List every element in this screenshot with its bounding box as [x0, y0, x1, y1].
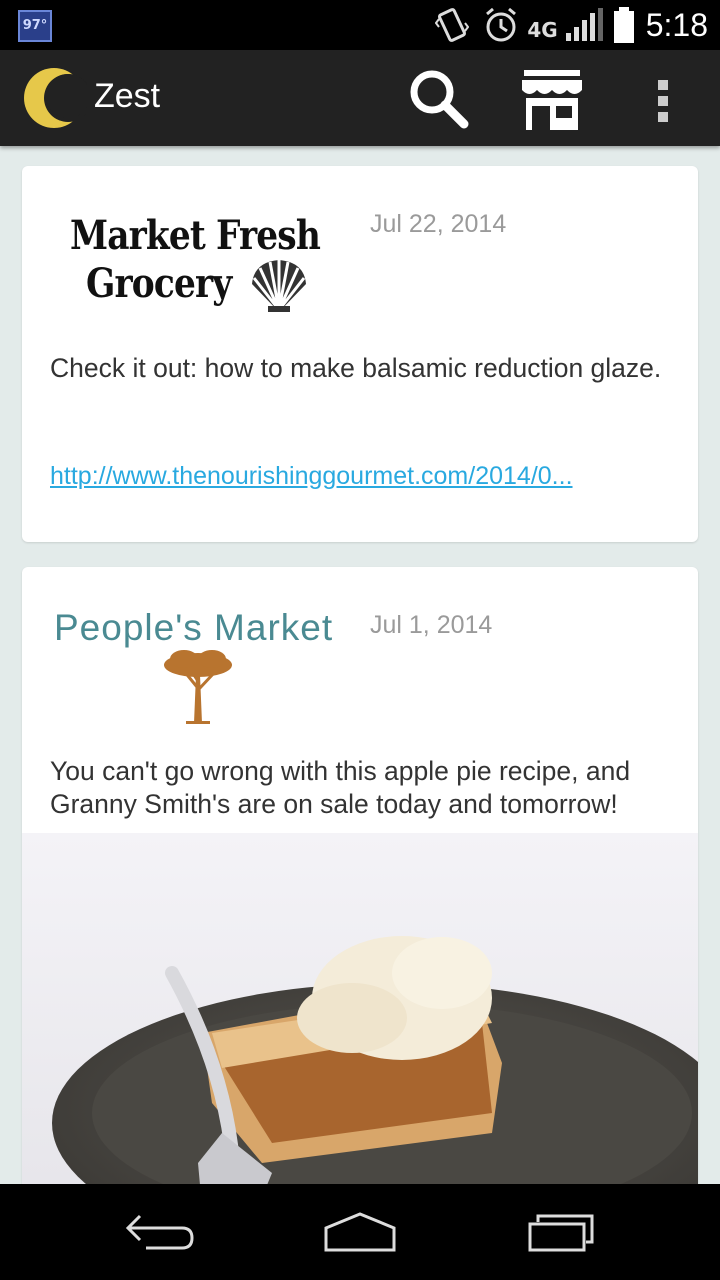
- recents-icon[interactable]: [520, 1204, 600, 1260]
- app-logo-icon[interactable]: [24, 66, 88, 130]
- peoples-market-logo: People's Market: [52, 607, 352, 735]
- post-link[interactable]: http://www.thenourishinggourmet.com/2014…: [50, 462, 670, 491]
- app-title: Zest: [94, 77, 161, 115]
- logo-text-line1: Market Fresh: [70, 212, 321, 259]
- store-icon[interactable]: [516, 64, 588, 136]
- post-text: You can't go wrong with this apple pie r…: [50, 756, 631, 819]
- overflow-menu-icon[interactable]: [642, 68, 686, 132]
- vibrate-icon: [435, 8, 470, 42]
- post-card[interactable]: People's Market Jul 1, 2014 You can't go…: [22, 567, 698, 1207]
- status-clock: 5:18: [645, 6, 708, 43]
- network-type: 4G: [527, 18, 558, 42]
- battery-icon: [613, 7, 634, 43]
- navigation-bar: [0, 1184, 720, 1280]
- logo-text: People's Market: [54, 607, 334, 648]
- alarm-icon: [486, 7, 517, 42]
- weather-badge: 97°: [18, 10, 52, 42]
- market-fresh-logo: Market Fresh Grocery: [70, 210, 340, 320]
- action-bar: Zest: [0, 50, 720, 146]
- post-text: Check it out: how to make balsamic reduc…: [50, 353, 662, 383]
- apple-pie-photo: [22, 833, 698, 1207]
- post-card[interactable]: Market Fresh Grocery Jul 22, 2014 Check …: [22, 166, 698, 542]
- shell-icon: [252, 260, 306, 312]
- logo-text-line2: Grocery: [86, 260, 232, 307]
- status-icons: 4G 5:18: [435, 0, 720, 50]
- post-date: Jul 22, 2014: [370, 210, 507, 238]
- home-icon[interactable]: [320, 1204, 400, 1260]
- back-icon[interactable]: [120, 1204, 200, 1260]
- status-bar: 97° 4G 5:18: [0, 0, 720, 50]
- signal-icon: [565, 8, 603, 41]
- search-icon[interactable]: [402, 64, 474, 136]
- tree-icon: [164, 650, 232, 724]
- post-date: Jul 1, 2014: [370, 611, 493, 639]
